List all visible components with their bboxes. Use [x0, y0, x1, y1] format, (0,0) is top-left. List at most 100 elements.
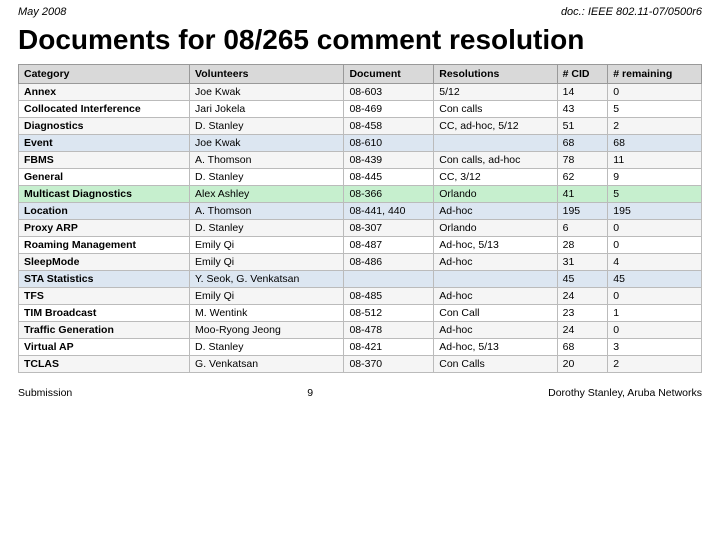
table-cell: Ad-hoc, 5/13 — [434, 237, 557, 254]
table-cell: Traffic Generation — [19, 322, 190, 339]
table-row: Roaming ManagementEmily Qi08-487Ad-hoc, … — [19, 237, 702, 254]
table-row: TCLASG. Venkatsan08-370Con Calls202 — [19, 356, 702, 373]
table-cell: TCLAS — [19, 356, 190, 373]
table-cell: Proxy ARP — [19, 220, 190, 237]
table-cell: 08-441, 440 — [344, 203, 434, 220]
table-cell: 08-307 — [344, 220, 434, 237]
table-cell: Event — [19, 135, 190, 152]
table-cell: TIM Broadcast — [19, 305, 190, 322]
table-row: EventJoe Kwak08-610 6868 — [19, 135, 702, 152]
table-cell: 08-478 — [344, 322, 434, 339]
table-cell: 11 — [608, 152, 702, 169]
table-row: Multicast DiagnosticsAlex Ashley08-366Or… — [19, 186, 702, 203]
table-cell: 08-485 — [344, 288, 434, 305]
table-cell: D. Stanley — [190, 118, 344, 135]
table-cell: 08-421 — [344, 339, 434, 356]
table-cell — [434, 271, 557, 288]
table-cell: Collocated Interference — [19, 101, 190, 118]
table-cell: 28 — [557, 237, 608, 254]
table-cell: 08-486 — [344, 254, 434, 271]
table-cell: 0 — [608, 237, 702, 254]
table-cell: 08-445 — [344, 169, 434, 186]
table-cell: 08-469 — [344, 101, 434, 118]
table-row: SleepModeEmily Qi08-486Ad-hoc314 — [19, 254, 702, 271]
table-row: LocationA. Thomson08-441, 440Ad-hoc19519… — [19, 203, 702, 220]
table-col-header: # CID — [557, 65, 608, 84]
table-cell: 0 — [608, 322, 702, 339]
table-cell: Orlando — [434, 220, 557, 237]
table-cell: CC, ad-hoc, 5/12 — [434, 118, 557, 135]
table-cell: 3 — [608, 339, 702, 356]
table-cell: Annex — [19, 84, 190, 101]
table-cell: A. Thomson — [190, 203, 344, 220]
footer-bar: Submission 9 Dorothy Stanley, Aruba Netw… — [0, 381, 720, 401]
table-cell: 5 — [608, 101, 702, 118]
table-cell: 9 — [608, 169, 702, 186]
table-cell: Con calls — [434, 101, 557, 118]
table-cell: Ad-hoc — [434, 322, 557, 339]
table-cell: Jari Jokela — [190, 101, 344, 118]
table-cell: 08-366 — [344, 186, 434, 203]
table-cell: M. Wentink — [190, 305, 344, 322]
header-bar: May 2008 doc.: IEEE 802.11-07/0500r6 — [0, 0, 720, 20]
table-cell: 14 — [557, 84, 608, 101]
footer-center: 9 — [72, 387, 548, 399]
table-col-header: Category — [19, 65, 190, 84]
table-cell: 24 — [557, 288, 608, 305]
table-cell: 41 — [557, 186, 608, 203]
table-cell: 31 — [557, 254, 608, 271]
table-cell: D. Stanley — [190, 169, 344, 186]
table-cell: D. Stanley — [190, 220, 344, 237]
table-row: DiagnosticsD. Stanley08-458CC, ad-hoc, 5… — [19, 118, 702, 135]
table-cell: Virtual AP — [19, 339, 190, 356]
table-cell: Con Call — [434, 305, 557, 322]
table-cell: 2 — [608, 118, 702, 135]
table-row: GeneralD. Stanley08-445CC, 3/12629 — [19, 169, 702, 186]
table-cell: 78 — [557, 152, 608, 169]
table-cell: STA Statistics — [19, 271, 190, 288]
header-right: doc.: IEEE 802.11-07/0500r6 — [561, 6, 702, 18]
table-cell: 23 — [557, 305, 608, 322]
table-col-header: Document — [344, 65, 434, 84]
table-cell: Ad-hoc — [434, 254, 557, 271]
table-row: FBMSA. Thomson08-439Con calls, ad-hoc781… — [19, 152, 702, 169]
table-cell: 68 — [608, 135, 702, 152]
table-cell: Ad-hoc, 5/13 — [434, 339, 557, 356]
table-cell: Location — [19, 203, 190, 220]
table-cell: Joe Kwak — [190, 135, 344, 152]
table-cell: 45 — [557, 271, 608, 288]
table-cell: 5 — [608, 186, 702, 203]
table-cell: 68 — [557, 135, 608, 152]
footer-left: Submission — [18, 387, 72, 399]
table-col-header: # remaining — [608, 65, 702, 84]
table-cell: 08-512 — [344, 305, 434, 322]
table-cell: FBMS — [19, 152, 190, 169]
table-cell: Diagnostics — [19, 118, 190, 135]
table-cell: TFS — [19, 288, 190, 305]
table-cell: CC, 3/12 — [434, 169, 557, 186]
table-cell: Joe Kwak — [190, 84, 344, 101]
table-cell: Emily Qi — [190, 237, 344, 254]
table-cell: 5/12 — [434, 84, 557, 101]
table-row: Traffic GenerationMoo-Ryong Jeong08-478A… — [19, 322, 702, 339]
table-cell: 62 — [557, 169, 608, 186]
table-cell: Multicast Diagnostics — [19, 186, 190, 203]
table-cell: 08-439 — [344, 152, 434, 169]
table-row: AnnexJoe Kwak08-6035/12140 — [19, 84, 702, 101]
table-cell: Ad-hoc — [434, 203, 557, 220]
table-cell: 0 — [608, 84, 702, 101]
main-table: CategoryVolunteersDocumentResolutions# C… — [18, 64, 702, 373]
table-cell: Emily Qi — [190, 254, 344, 271]
table-cell: Moo-Ryong Jeong — [190, 322, 344, 339]
table-row: Virtual APD. Stanley08-421Ad-hoc, 5/1368… — [19, 339, 702, 356]
table-col-header: Resolutions — [434, 65, 557, 84]
page-title: Documents for 08/265 comment resolution — [0, 20, 720, 64]
table-cell: D. Stanley — [190, 339, 344, 356]
table-cell: 1 — [608, 305, 702, 322]
table-cell: 08-610 — [344, 135, 434, 152]
table-cell: Ad-hoc — [434, 288, 557, 305]
table-cell: 6 — [557, 220, 608, 237]
table-cell: 51 — [557, 118, 608, 135]
table-cell: Y. Seok, G. Venkatsan — [190, 271, 344, 288]
table-container: CategoryVolunteersDocumentResolutions# C… — [0, 64, 720, 373]
